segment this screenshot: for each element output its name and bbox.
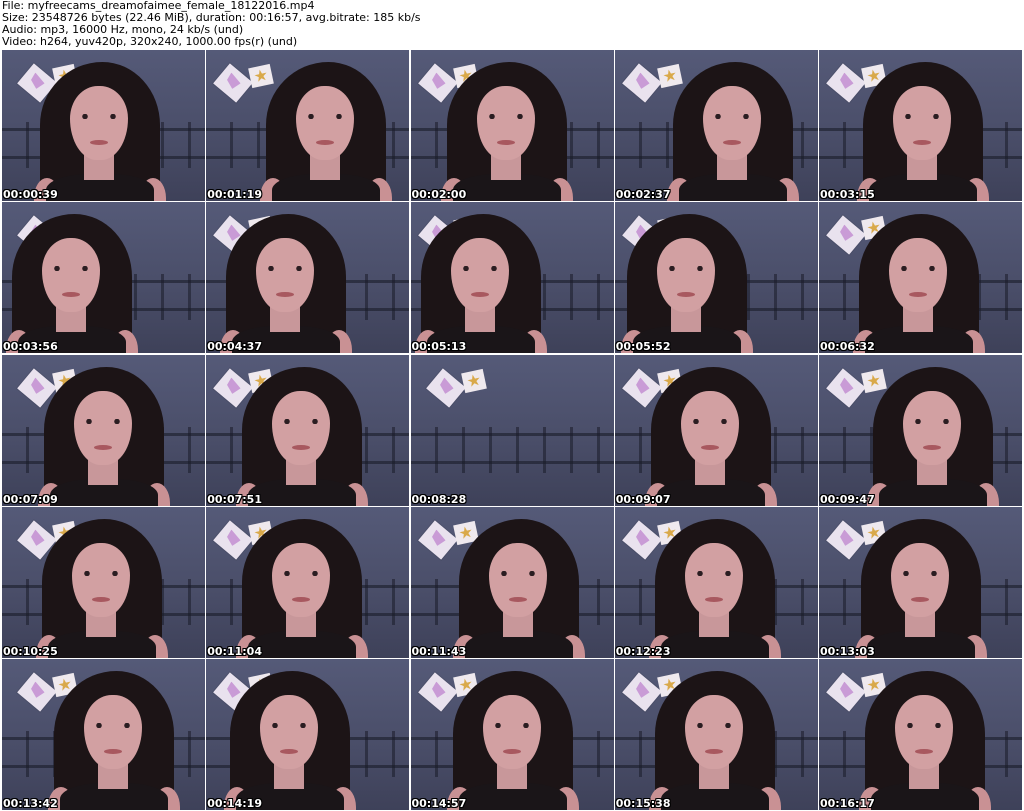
video-thumbnail: ★ 00:15:38 [614, 659, 818, 810]
timestamp-label: 00:03:56 [3, 340, 58, 354]
video-thumbnail: ★00:10:25 [2, 506, 205, 658]
diamond-card-icon [17, 672, 57, 712]
video-thumbnail: ★00:05:13 [410, 202, 614, 354]
audio-info-line: Audio: mp3, 16000 Hz, mono, 24 kb/s (und… [2, 24, 244, 36]
file-info-header: File: myfreecams_dreamofaimee_female_181… [2, 0, 1022, 50]
timestamp-label: 00:02:37 [615, 188, 671, 201]
video-thumbnail: ★ 00:09:07 [614, 354, 818, 506]
video-thumbnail: ★00:14:19 [206, 659, 410, 810]
video-thumbnail: ★ 00:09:47 [819, 354, 1022, 506]
person-figure [867, 366, 999, 506]
file-name-line: File: myfreecams_dreamofaimee_female_181… [2, 0, 315, 12]
fence-background [410, 426, 614, 473]
person-figure [236, 366, 369, 506]
person-figure [224, 671, 357, 810]
diamond-card-icon [621, 63, 662, 103]
person-figure [48, 671, 180, 810]
timestamp-label: 00:10:25 [3, 644, 58, 658]
timestamp-label: 00:14:19 [207, 797, 262, 810]
video-thumbnail: ★ 00:11:43 [410, 506, 614, 658]
timestamp-label: 00:07:09 [3, 492, 58, 506]
timestamp-label: 00:09:07 [615, 492, 671, 506]
diamond-card-icon [826, 63, 866, 103]
video-thumbnail: ★ 00:16:17 [819, 659, 1022, 810]
person-figure [236, 518, 369, 658]
person-figure [644, 366, 777, 506]
person-figure [260, 62, 393, 201]
video-thumbnail: ★ 00:02:37 [614, 50, 818, 201]
video-info-line: Video: h264, yuv420p, 320x240, 1000.00 f… [2, 36, 298, 48]
person-figure [648, 518, 781, 658]
file-size-line: Size: 23548726 bytes (22.46 MiB), durati… [2, 12, 421, 24]
person-figure [859, 671, 991, 810]
person-figure [855, 518, 987, 658]
timestamp-label: 00:14:57 [411, 797, 467, 810]
video-thumbnail: ★ 00:03:15 [819, 50, 1022, 201]
person-figure [414, 214, 547, 354]
video-thumbnail: ★ 00:11:04 [206, 506, 410, 658]
video-thumbnail: ★ 00:13:42 [2, 659, 205, 810]
person-figure [446, 671, 579, 810]
video-thumbnail: ★ 00:08:28 [410, 354, 614, 506]
diamond-card-icon [417, 672, 458, 712]
video-thumbnail: ★ 00:12:23 [614, 506, 818, 658]
video-thumbnail: ★ 00:13:03 [819, 506, 1022, 658]
video-thumbnail: ★ 00:14:57 [410, 659, 614, 810]
person-figure [36, 518, 168, 658]
diamond-card-icon [826, 367, 866, 408]
timestamp-label: 00:11:04 [207, 644, 262, 658]
diamond-card-icon [826, 520, 866, 560]
video-thumbnail: ★00:00:39 [2, 50, 205, 201]
video-thumbnail: ★ 00:02:00 [410, 50, 614, 201]
diamond-card-icon [213, 63, 254, 103]
video-thumbnail: ★00:04:37 [206, 202, 410, 354]
diamond-card-icon [425, 367, 466, 408]
person-figure [220, 214, 353, 354]
timestamp-label: 00:05:52 [615, 340, 671, 354]
timestamp-label: 00:07:51 [207, 492, 262, 506]
timestamp-label: 00:03:15 [820, 188, 875, 201]
person-figure [666, 62, 799, 201]
timestamp-label: 00:04:37 [207, 340, 262, 354]
timestamp-label: 00:11:43 [411, 644, 467, 658]
timestamp-label: 00:01:19 [207, 188, 262, 201]
timestamp-label: 00:13:03 [820, 644, 875, 658]
person-figure [38, 366, 170, 506]
diamond-card-icon [417, 520, 458, 560]
diamond-card-icon [826, 672, 866, 712]
person-figure [853, 214, 985, 354]
video-thumbnail: ★ 00:01:19 [206, 50, 410, 201]
timestamp-label: 00:06:32 [820, 340, 875, 354]
person-figure [6, 214, 138, 354]
video-thumbnail: ★ 00:06:32 [819, 202, 1022, 354]
person-figure [857, 62, 989, 201]
video-thumbnail: ★00:03:56 [2, 202, 205, 354]
person-figure [440, 62, 573, 201]
video-thumbnail: ★00:05:52 [614, 202, 818, 354]
timestamp-label: 00:15:38 [615, 797, 671, 810]
video-thumbnail: ★ 00:07:09 [2, 354, 205, 506]
person-figure [34, 62, 166, 201]
timestamp-label: 00:05:13 [411, 340, 467, 354]
timestamp-label: 00:09:47 [820, 492, 875, 506]
person-figure [620, 214, 753, 354]
person-figure [648, 671, 781, 810]
timestamp-label: 00:13:42 [3, 797, 58, 810]
timestamp-label: 00:02:00 [411, 188, 467, 201]
thumbnail-grid: ★00:00:39★00:01:19★00:02:00★00:02:37★00:… [2, 50, 1022, 810]
person-figure [452, 518, 585, 658]
timestamp-label: 00:08:28 [411, 492, 467, 506]
timestamp-label: 00:00:39 [3, 188, 58, 201]
video-thumbnail: ★ 00:07:51 [206, 354, 410, 506]
star-icon: ★ [460, 368, 487, 393]
timestamp-label: 00:16:17 [820, 797, 875, 810]
timestamp-label: 00:12:23 [615, 644, 671, 658]
